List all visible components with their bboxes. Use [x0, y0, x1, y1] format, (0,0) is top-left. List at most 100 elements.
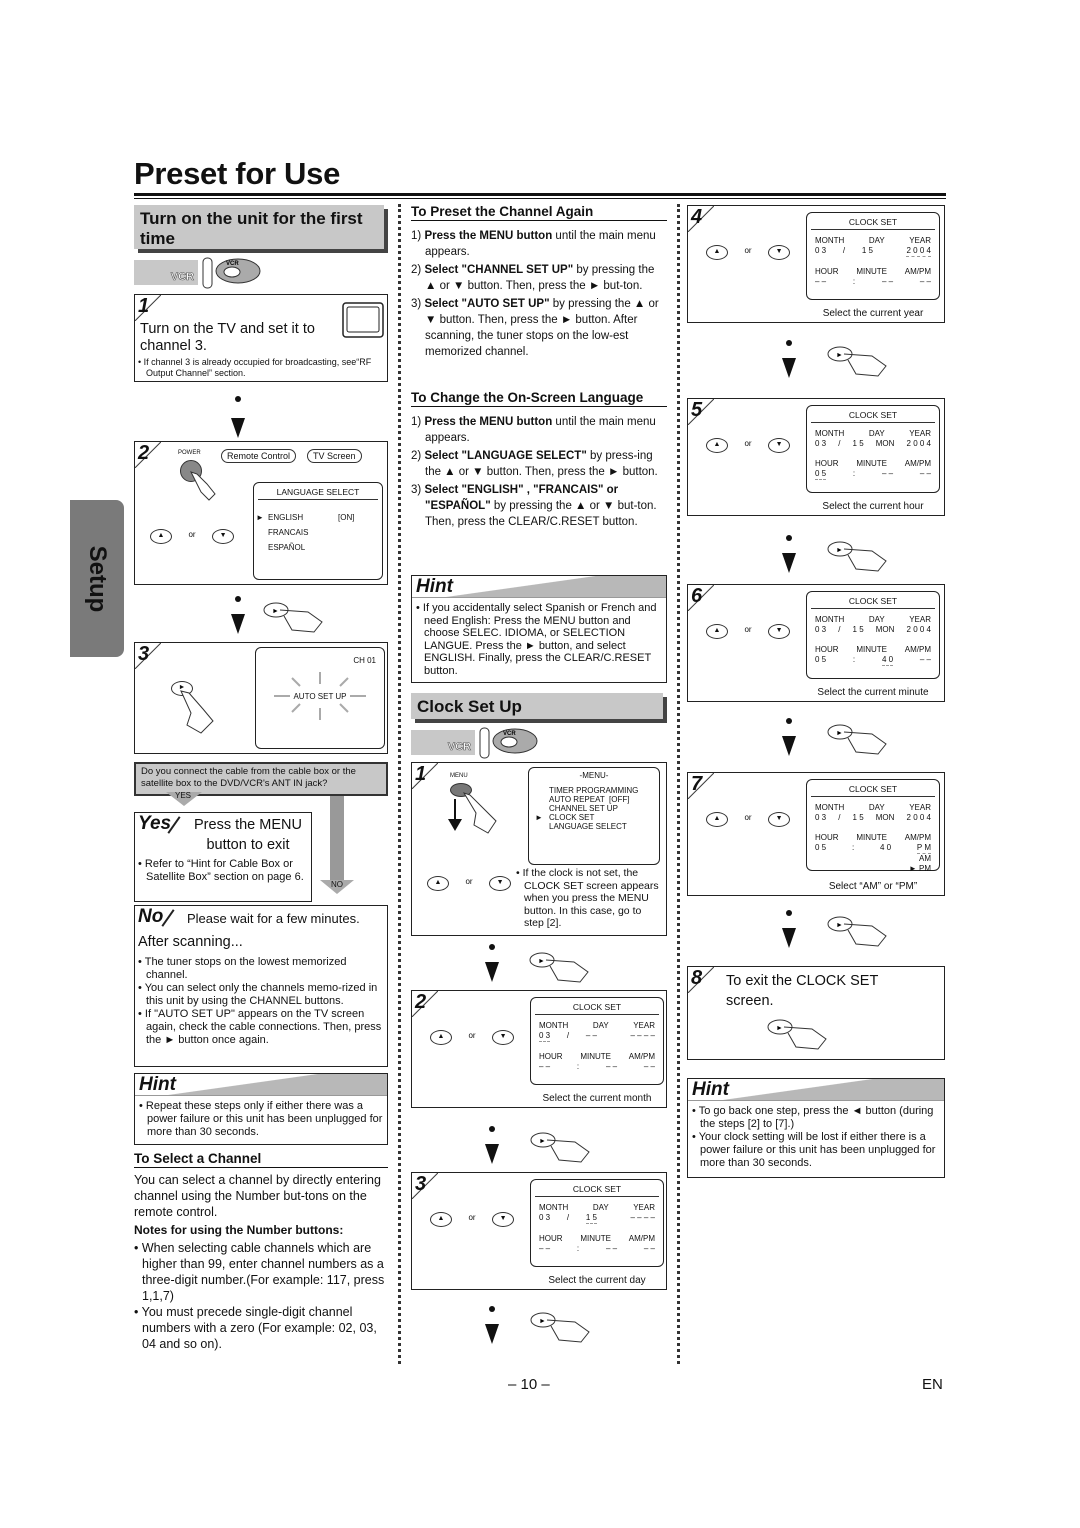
up-button-icon[interactable]: ▲ [706, 812, 728, 827]
screen-title: -MENU- [579, 771, 609, 780]
or-label: or [465, 877, 473, 886]
no-tag: No [138, 906, 164, 927]
channel-readout: CH 01 [353, 656, 376, 665]
note: You must precede single-digit channel nu… [134, 1304, 390, 1352]
hand-press-play-icon: ► [263, 602, 323, 633]
ampm-label: AM/PM [904, 645, 931, 654]
month-label: MONTH [815, 429, 845, 438]
down-button-icon[interactable]: ▼ [492, 1212, 515, 1227]
hint-item: Your clock setting will be lost if eithe… [692, 1131, 940, 1170]
up-button-icon[interactable]: ▲ [430, 1212, 452, 1227]
step-number: 8 [691, 967, 703, 989]
language-option-francais[interactable]: FRANCAIS [256, 525, 378, 540]
minute-label: MINUTE [856, 267, 887, 276]
preset-again-heading: To Preset the Channel Again [411, 204, 667, 221]
down-button-icon[interactable]: ▼ [489, 876, 512, 891]
clock-step-1-notes: If the clock is not set, the CLOCK SET s… [516, 867, 664, 930]
svg-text:►: ► [776, 1025, 783, 1032]
option-label: ESPAÑOL [268, 543, 306, 552]
step-bold: Select "LANGUAGE SELECT" [424, 450, 587, 462]
note: The tuner stops on the lowest memorized … [138, 956, 386, 982]
month-label: MONTH [815, 803, 845, 812]
clock-step-8-box: 8 To exit the CLOCK SET screen. ► [687, 966, 945, 1060]
svg-text:►: ► [836, 547, 843, 554]
clock-step-box: 5 ▲ or ▼ CLOCK SET MONTH DAY YEAR 0 3/1 5M… [687, 398, 945, 516]
step-item: 2) Select "LANGUAGE SELECT" by press-ing… [411, 448, 667, 480]
minute-value: – – [605, 1244, 618, 1253]
screen-title: CLOCK SET [811, 217, 935, 230]
pm-option[interactable]: ► PM [815, 864, 931, 874]
day-label: DAY [868, 429, 885, 438]
menu-item[interactable]: LANGUAGE SELECT [535, 822, 655, 831]
hour-label: HOUR [539, 1234, 563, 1243]
year-value: 2 0 0 4 [906, 439, 931, 448]
up-down-buttons: ▲ or ▼ [706, 807, 791, 827]
step-caption: Select the current month [542, 1093, 652, 1104]
down-button-icon[interactable]: ▼ [768, 245, 791, 260]
up-button-icon[interactable]: ▲ [706, 438, 728, 453]
preset-again-steps: 1) Press the MENU button until the main … [411, 228, 667, 362]
clock-fields: MONTH DAY YEAR 0 3/1 52 0 0 4 HOUR MINUTE AM… [815, 236, 931, 286]
menu-label: MENU [450, 773, 468, 779]
down-button-icon[interactable]: ▼ [212, 529, 235, 544]
option-label: FRANCAIS [268, 528, 309, 537]
year-label: YEAR [909, 803, 931, 812]
step-8-text: To exit the CLOCK SET screen. [726, 973, 879, 1009]
menu-item[interactable]: TIMER PROGRAMMING [535, 786, 655, 795]
down-button-icon[interactable]: ▼ [768, 438, 791, 453]
down-button-icon[interactable]: ▼ [768, 812, 791, 827]
step-index: 2) [411, 450, 422, 462]
flow-dot [786, 535, 792, 541]
hint-title: Hint [412, 576, 666, 598]
note: You can select only the channels memo-ri… [138, 982, 386, 1008]
setup-side-tab: Setup [70, 500, 124, 657]
year-label: YEAR [633, 1021, 655, 1030]
pm-label: PM [919, 864, 931, 873]
language-steps: 1) Press the MENU button until the main … [411, 414, 667, 532]
hint-box: Hint Repeat these steps only if either t… [134, 1073, 388, 1145]
up-down-buttons: ▲ or ▼ [150, 524, 235, 544]
menu-items: TIMER PROGRAMMING AUTO REPEAT [OFF] CHAN… [529, 780, 659, 831]
flow-arrow-down-icon [782, 553, 796, 573]
or-label: or [468, 1213, 476, 1222]
month-value: 0 3 [539, 1031, 551, 1042]
step-bold: Select "AUTO SET UP" [424, 298, 550, 310]
step-index: 3) [411, 298, 422, 310]
step-item: 1) Press the MENU button until the main … [411, 228, 667, 260]
menu-item[interactable]: AUTO REPEAT [OFF] [535, 795, 655, 804]
am-option[interactable]: AM [815, 854, 931, 864]
down-button-icon[interactable]: ▼ [768, 624, 791, 639]
svg-text:►: ► [539, 1138, 546, 1145]
select-channel-heading: To Select a Channel [134, 1151, 388, 1168]
step-caption: Select the current hour [822, 501, 924, 512]
step-bold: Press the MENU button [424, 230, 553, 242]
ampm-value: – – [919, 469, 931, 478]
step-caption: Select “AM” or “PM” [828, 881, 918, 892]
year-value: 2 0 0 4 [906, 246, 931, 257]
menu-item-selected[interactable]: ► CLOCK SET [535, 813, 655, 822]
language-option-espanol[interactable]: ESPAÑOL [256, 540, 378, 555]
flow-arrow-down-icon [782, 358, 796, 378]
step-item: 3) Select "ENGLISH" , "FRANCAIS" or "ESP… [411, 482, 667, 530]
screen-title: CLOCK SET [535, 1184, 659, 1197]
up-button-icon[interactable]: ▲ [706, 245, 728, 260]
up-button-icon[interactable]: ▲ [150, 529, 172, 544]
year-label: YEAR [909, 429, 931, 438]
up-button-icon[interactable]: ▲ [427, 876, 449, 891]
up-button-icon[interactable]: ▲ [706, 624, 728, 639]
down-button-icon[interactable]: ▼ [492, 1030, 515, 1045]
language-options: ► ENGLISH [ON] FRANCAIS ESPAÑOL [254, 506, 382, 555]
flow-dot [235, 596, 241, 602]
step-caption: Select the current year [822, 308, 924, 319]
menu-item[interactable]: CHANNEL SET UP [535, 804, 655, 813]
screen-title: CLOCK SET [535, 1002, 659, 1015]
day-label: DAY [868, 236, 885, 245]
flow-arrow-down-icon [231, 614, 245, 634]
hand-press-play-icon: ► [530, 1312, 590, 1343]
language-option-english[interactable]: ► ENGLISH [ON] [256, 510, 378, 525]
day-value: 1 5 [852, 813, 864, 822]
up-button-icon[interactable]: ▲ [430, 1030, 452, 1045]
year-value: – – – – [630, 1213, 655, 1222]
day-label: DAY [592, 1203, 609, 1212]
yes-tag: Yes [138, 813, 172, 834]
